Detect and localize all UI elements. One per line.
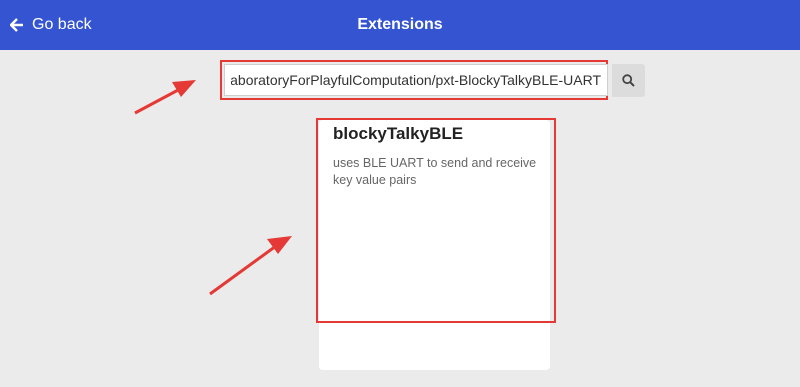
arrow-to-card-icon [209,236,292,296]
annotation-arrows [134,80,292,296]
arrow-to-search-icon [134,80,196,115]
